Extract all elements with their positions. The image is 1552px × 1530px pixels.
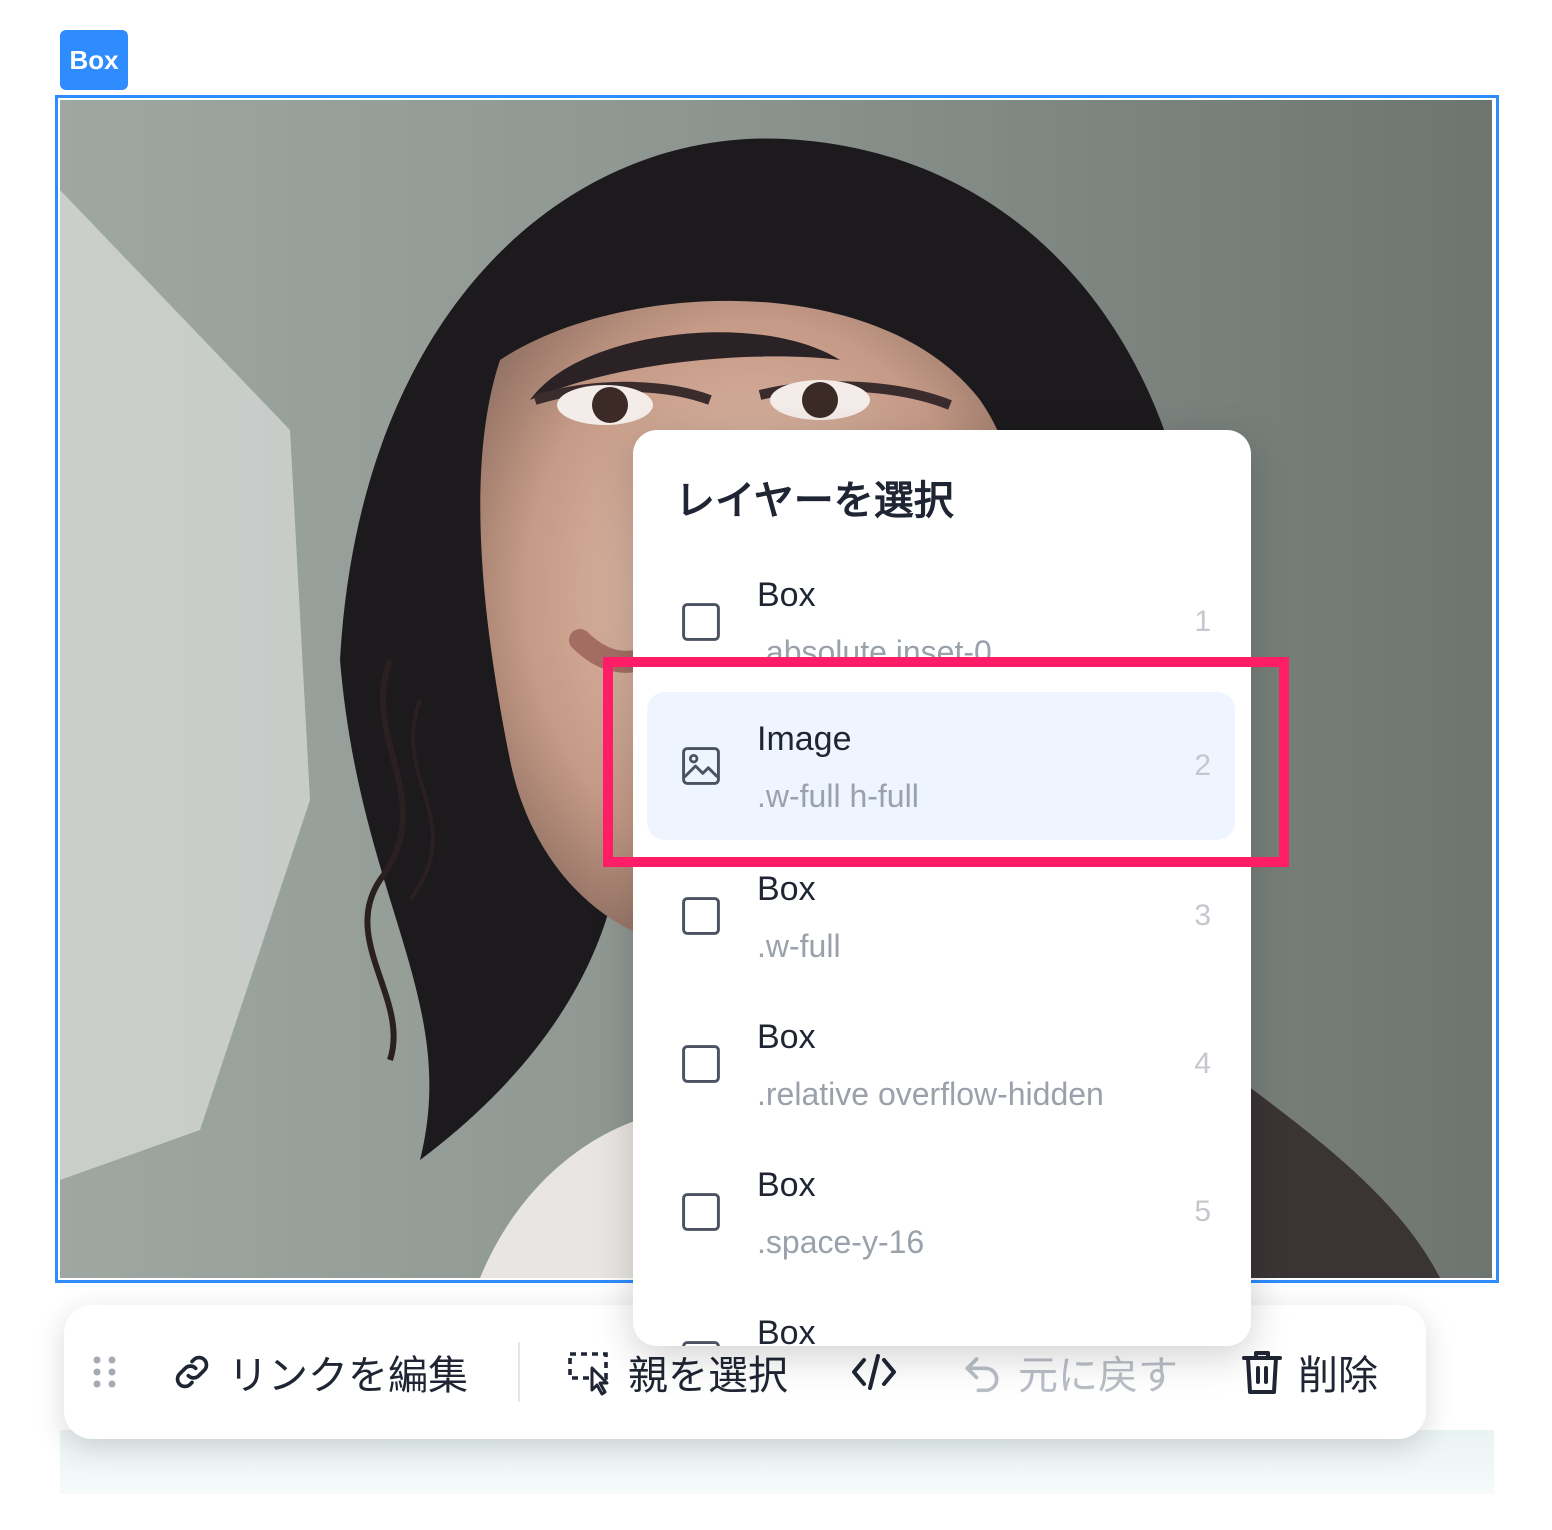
layer-select-menu: レイヤーを選択 Box .absolute inset-0 1 Image .w…	[633, 430, 1251, 1346]
layer-name: Box	[757, 1314, 816, 1346]
next-section-preview	[60, 1430, 1494, 1494]
drag-handle[interactable]	[90, 1354, 120, 1390]
layer-index: 1	[1194, 605, 1211, 638]
box-icon	[682, 897, 720, 935]
trash-icon	[1242, 1351, 1282, 1394]
delete-label: 削除	[1298, 1354, 1378, 1398]
drag-dots-icon	[93, 1356, 116, 1388]
selected-element-tag: Box	[60, 30, 128, 90]
select-parent-button[interactable]: 親を選択	[566, 1343, 788, 1401]
layer-name: Box	[757, 1166, 816, 1204]
select-parent-icon	[568, 1352, 609, 1396]
code-icon	[852, 1354, 896, 1390]
box-icon	[682, 1341, 720, 1346]
edit-link-button[interactable]: リンクを編集	[170, 1343, 468, 1401]
undo-icon	[965, 1357, 999, 1393]
layer-index: 3	[1194, 899, 1211, 932]
layer-classes: .space-y-16	[757, 1224, 925, 1260]
layer-item[interactable]: Box	[647, 1286, 1235, 1346]
box-icon	[682, 1045, 720, 1083]
layer-index: 4	[1194, 1047, 1211, 1080]
box-icon	[682, 603, 720, 641]
delete-button[interactable]: 削除	[1240, 1343, 1378, 1401]
edit-link-label: リンクを編集	[228, 1354, 468, 1398]
layer-classes: .relative overflow-hidden	[757, 1076, 1104, 1112]
layer-classes: .w-full	[757, 928, 841, 964]
undo-button[interactable]: 元に戻す	[960, 1343, 1178, 1401]
layer-name: Box	[757, 576, 816, 614]
layer-index: 5	[1194, 1195, 1211, 1228]
editor-canvas: Box リンクを編集 親を選択 元に戻す 削除 レイヤーを選択 Box .abs…	[0, 0, 1552, 1530]
layer-name: Box	[757, 1018, 816, 1056]
layer-item[interactable]: Box .relative overflow-hidden 4	[647, 990, 1235, 1138]
highlight-annotation	[603, 657, 1289, 867]
box-icon	[682, 1193, 720, 1231]
link-icon	[175, 1355, 209, 1389]
menu-title: レイヤーを選択	[675, 479, 954, 523]
layer-item[interactable]: Box .space-y-16 5	[647, 1138, 1235, 1286]
toolbar-divider	[518, 1342, 520, 1402]
layer-name: Box	[757, 870, 816, 908]
undo-label: 元に戻す	[1018, 1354, 1178, 1398]
select-parent-label: 親を選択	[628, 1354, 788, 1398]
code-button[interactable]	[850, 1352, 898, 1392]
